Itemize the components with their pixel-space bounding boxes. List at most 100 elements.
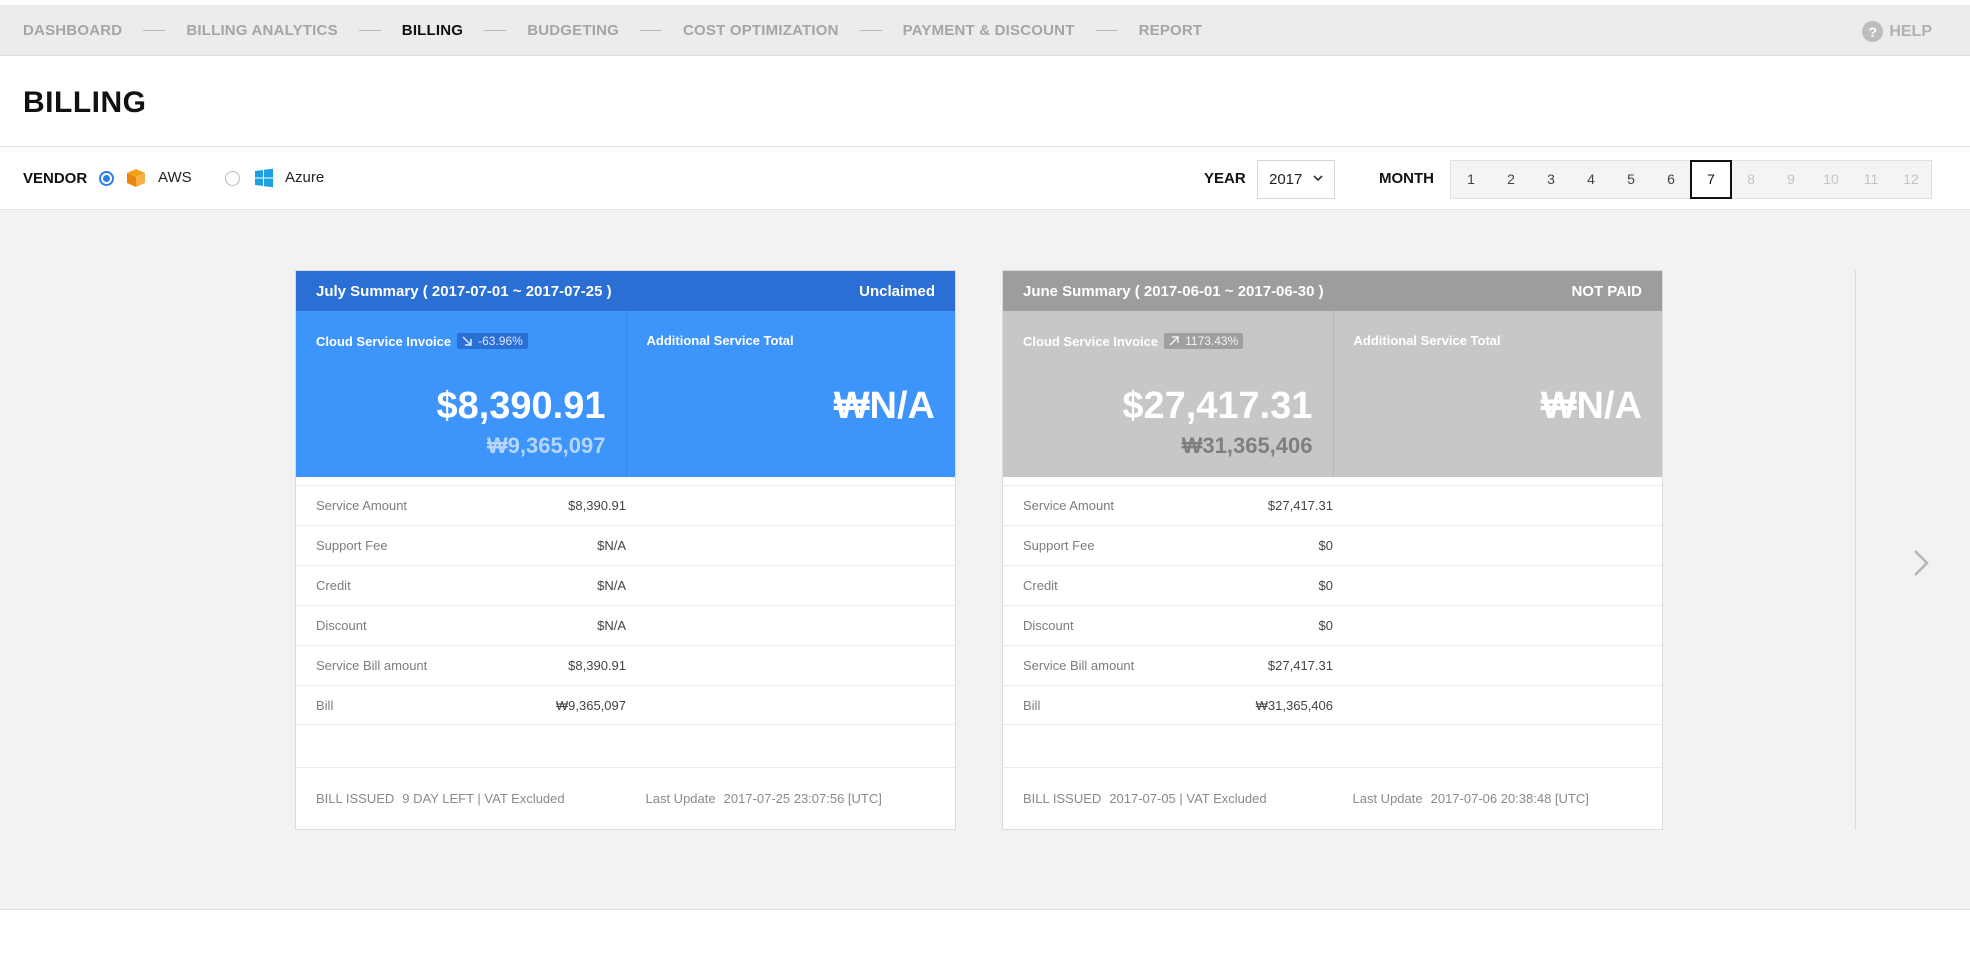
row-value: ₩31,365,406 — [1255, 697, 1333, 713]
vendor-label-aws[interactable]: AWS — [158, 169, 192, 186]
nav-separator — [1095, 29, 1118, 31]
help-button[interactable]: ? HELP — [1862, 21, 1932, 42]
row-label: Service Amount — [316, 498, 408, 513]
change-badge: 1173.43% — [1164, 333, 1244, 349]
invoice-krw: ₩31,365,406 — [1181, 433, 1313, 458]
bill-issued-value: 9 DAY LEFT | VAT Excluded — [402, 791, 565, 806]
summary-card: July Summary ( 2017-07-01 ~ 2017-07-25 )… — [295, 270, 956, 830]
month-6[interactable]: 6 — [1651, 161, 1691, 198]
row-label: Service Amount — [1023, 498, 1115, 513]
top-nav: DASHBOARD BILLING ANALYTICS BILLING BUDGETI… — [0, 5, 1970, 56]
row-label: Support Fee — [316, 538, 388, 553]
summary-row: Credit $N/A — [296, 565, 955, 605]
row-value: $0 — [1318, 578, 1333, 593]
month-selector: 1 2 3 4 5 6 7 8 9 10 11 12 — [1450, 160, 1932, 199]
month-7[interactable]: 7 — [1690, 160, 1732, 199]
month-5[interactable]: 5 — [1611, 161, 1651, 198]
summary-card: June Summary ( 2017-06-01 ~ 2017-06-30 )… — [1002, 270, 1663, 830]
invoice-usd: $27,417.31 — [1122, 385, 1313, 427]
invoice-panel: Cloud Service Invoice 1173.43% $27,417.31 ₩… — [1003, 311, 1333, 477]
last-update-label: Last Update — [1352, 791, 1423, 806]
row-value: $0 — [1318, 538, 1333, 553]
bill-issued-label: BILL ISSUED — [1023, 791, 1102, 806]
nav-separator — [640, 29, 662, 31]
nav-item-billing[interactable]: BILLING — [402, 22, 463, 39]
month-4[interactable]: 4 — [1571, 161, 1611, 198]
row-label: Bill — [1023, 697, 1041, 713]
invoice-krw: ₩9,365,097 — [486, 433, 606, 458]
month-9: 9 — [1787, 171, 1795, 187]
card-footer: BILL ISSUED 2017-07-05 | VAT Excluded Last… — [1003, 767, 1662, 829]
last-update-label: Last Update — [645, 791, 716, 806]
nav-separator — [358, 29, 381, 31]
additional-label: Additional Service Total — [646, 333, 794, 348]
vendor-label: VENDOR — [23, 170, 88, 187]
month-3[interactable]: 3 — [1531, 161, 1571, 198]
invoice-label: Cloud Service Invoice — [1023, 333, 1159, 349]
chevron-down-icon — [1313, 175, 1323, 182]
year-value: 2017 — [1269, 171, 1303, 188]
nav-item-cost-optimization[interactable]: COST OPTIMIZATION — [683, 22, 839, 39]
vendor-radio-aws[interactable] — [99, 171, 114, 186]
vendor-label-azure[interactable]: Azure — [285, 169, 324, 186]
divider — [1855, 270, 1856, 830]
month-11: 11 — [1863, 171, 1879, 187]
card-header: July Summary ( 2017-07-01 ~ 2017-07-25 )… — [296, 271, 955, 311]
summary-rows: Service Amount $27,417.31 Support Fee $0 Cre… — [1003, 485, 1662, 725]
summary-row: Service Amount $8,390.91 — [296, 485, 955, 525]
change-pct: -63.96% — [478, 334, 523, 348]
row-value: $8,390.91 — [568, 658, 626, 673]
row-label: Credit — [1023, 578, 1058, 593]
card-totals: Cloud Service Invoice 1173.43% $27,417.31 ₩… — [1003, 311, 1662, 477]
change-badge: -63.96% — [457, 333, 528, 349]
month-12: 12 — [1903, 171, 1919, 187]
nav-item-billing-analytics[interactable]: BILLING ANALYTICS — [186, 22, 337, 39]
row-value: $N/A — [597, 578, 626, 593]
month-label: MONTH — [1379, 170, 1434, 187]
summary-row: Credit $0 — [1003, 565, 1662, 605]
summary-rows: Service Amount $8,390.91 Support Fee $N/A Cr… — [296, 485, 955, 725]
nav-separator — [484, 29, 507, 31]
help-label: HELP — [1889, 22, 1932, 40]
month-2[interactable]: 2 — [1491, 161, 1531, 198]
month-1[interactable]: 1 — [1451, 161, 1491, 198]
nav-separator — [859, 29, 882, 31]
summary-row: Bill ₩31,365,406 — [1003, 685, 1662, 725]
nav-item-report[interactable]: REPORT — [1139, 22, 1203, 39]
month-10: 10 — [1823, 171, 1839, 187]
card-totals: Cloud Service Invoice -63.96% $8,390.91 ₩9,… — [296, 311, 955, 477]
status-badge: NOT PAID — [1571, 282, 1642, 300]
row-value: ₩9,365,097 — [555, 697, 626, 713]
footer-strip — [0, 910, 1970, 970]
vendor-radio-azure[interactable] — [225, 171, 240, 186]
row-value: $27,417.31 — [1267, 658, 1333, 673]
card-header: June Summary ( 2017-06-01 ~ 2017-06-30 )… — [1003, 271, 1662, 311]
row-value: $8,390.91 — [568, 498, 626, 513]
row-label: Bill — [316, 697, 334, 713]
nav-separator — [143, 29, 166, 31]
summary-row: Discount $N/A — [296, 605, 955, 645]
nav-item-dashboard[interactable]: DASHBOARD — [23, 22, 122, 39]
summary-row: Bill ₩9,365,097 — [296, 685, 955, 725]
last-update-value: 2017-07-06 20:38:48 [UTC] — [1430, 791, 1589, 806]
aws-box-icon — [127, 169, 145, 187]
nav-item-budgeting[interactable]: BUDGETING — [527, 22, 619, 39]
additional-value: ₩N/A — [833, 385, 935, 427]
page-title: BILLING — [23, 86, 147, 119]
summary-row: Service Bill amount $27,417.31 — [1003, 645, 1662, 685]
arrow-up-right-icon — [1169, 336, 1179, 346]
row-label: Support Fee — [1023, 538, 1095, 553]
row-value: $0 — [1318, 618, 1333, 633]
billing-content: July Summary ( 2017-07-01 ~ 2017-07-25 )… — [0, 210, 1970, 910]
year-select[interactable]: 2017 — [1257, 160, 1335, 199]
change-pct: 1173.43% — [1185, 334, 1239, 348]
invoice-panel: Cloud Service Invoice -63.96% $8,390.91 ₩9,… — [296, 311, 626, 477]
card-title: July Summary ( 2017-07-01 ~ 2017-07-25 ) — [316, 282, 612, 300]
row-value: $N/A — [597, 538, 626, 553]
additional-panel: Additional Service Total ₩N/A — [1332, 311, 1663, 477]
chevron-right-icon[interactable] — [1910, 545, 1932, 581]
bill-issued-value: 2017-07-05 | VAT Excluded — [1109, 791, 1267, 806]
nav-item-payment-discount[interactable]: PAYMENT & DISCOUNT — [903, 22, 1075, 39]
bill-issued-label: BILL ISSUED — [316, 791, 395, 806]
row-label: Service Bill amount — [316, 658, 428, 673]
